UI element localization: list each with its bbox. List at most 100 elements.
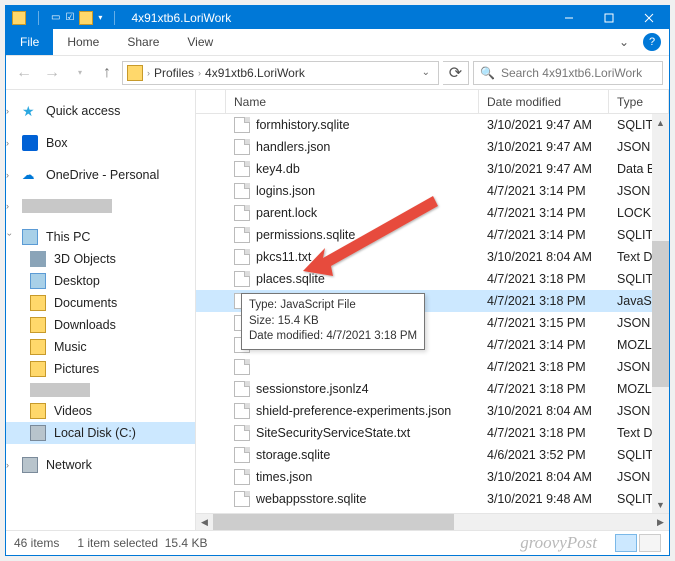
network-icon — [22, 457, 38, 473]
redacted-icon — [22, 199, 112, 213]
search-input[interactable]: 🔍 Search 4x91xtb6.LoriWork — [473, 61, 663, 85]
qat-dropdown-icon[interactable]: ▾ — [98, 13, 102, 22]
star-icon: ★ — [22, 103, 38, 119]
file-icon — [234, 425, 250, 441]
tab-view[interactable]: View — [173, 29, 227, 55]
help-icon[interactable]: ? — [643, 33, 661, 51]
file-date: 4/7/2021 3:18 PM — [479, 294, 609, 308]
sidebar-item-redacted[interactable]: › — [6, 196, 195, 216]
sidebar-item-pictures[interactable]: Pictures — [6, 358, 195, 380]
sidebar-item-desktop[interactable]: Desktop — [6, 270, 195, 292]
col-type[interactable]: Type — [609, 90, 669, 113]
sidebar-item-local-disk[interactable]: Local Disk (C:) — [6, 422, 195, 444]
chevron-right-icon[interactable]: › — [198, 68, 201, 78]
sidebar-item-this-pc[interactable]: ›This PC — [6, 226, 195, 248]
file-date: 4/7/2021 3:14 PM — [479, 228, 609, 242]
folder-icon — [30, 361, 46, 377]
details-view-button[interactable] — [615, 534, 637, 552]
minimize-button[interactable] — [549, 6, 589, 29]
sidebar-item-quick-access[interactable]: ›★Quick access — [6, 100, 195, 122]
sidebar-item-box[interactable]: ›Box — [6, 132, 195, 154]
window-title: 4x91xtb6.LoriWork — [131, 11, 231, 25]
expand-ribbon-icon[interactable]: ⌄ — [611, 29, 637, 55]
sidebar-item-documents[interactable]: Documents — [6, 292, 195, 314]
titlebar[interactable]: ▭ ☑ ▾ 4x91xtb6.LoriWork — [6, 6, 669, 29]
scroll-down-icon[interactable]: ▼ — [652, 496, 669, 513]
sidebar-item-music[interactable]: Music — [6, 336, 195, 358]
folder-icon — [30, 295, 46, 311]
up-button[interactable]: ↑ — [96, 61, 118, 85]
file-name: handlers.json — [256, 140, 330, 154]
box-icon — [22, 135, 38, 151]
file-icon — [234, 117, 250, 133]
file-icon — [234, 249, 250, 265]
scrollbar-thumb[interactable] — [652, 241, 669, 387]
back-button[interactable]: ← — [12, 61, 36, 85]
scrollbar-thumb[interactable] — [213, 514, 454, 531]
file-row[interactable]: storage.sqlite4/6/2021 3:52 PMSQLITE — [196, 444, 669, 466]
close-button[interactable] — [629, 6, 669, 29]
breadcrumb-item[interactable]: 4x91xtb6.LoriWork — [205, 66, 305, 80]
search-placeholder: Search 4x91xtb6.LoriWork — [501, 66, 642, 80]
file-name: key4.db — [256, 162, 300, 176]
horizontal-scrollbar[interactable]: ◀ ▶ — [196, 513, 669, 530]
col-name[interactable]: Name — [226, 90, 479, 113]
file-icon — [234, 359, 250, 375]
onedrive-icon: ☁ — [22, 167, 38, 183]
file-row[interactable]: shield-preference-experiments.json3/10/2… — [196, 400, 669, 422]
column-headers[interactable]: Name Date modified Type — [196, 90, 669, 114]
file-row[interactable]: parent.lock4/7/2021 3:14 PMLOCK F — [196, 202, 669, 224]
sidebar-item-3d-objects[interactable]: 3D Objects — [6, 248, 195, 270]
file-row[interactable]: permissions.sqlite4/7/2021 3:14 PMSQLITE — [196, 224, 669, 246]
file-row[interactable]: pkcs11.txt3/10/2021 8:04 AMText Do — [196, 246, 669, 268]
file-row[interactable]: SiteSecurityServiceState.txt4/7/2021 3:1… — [196, 422, 669, 444]
sidebar-item-onedrive[interactable]: ›☁OneDrive - Personal — [6, 164, 195, 186]
file-row[interactable]: formhistory.sqlite3/10/2021 9:47 AMSQLIT… — [196, 114, 669, 136]
file-icon — [234, 447, 250, 463]
qat-properties-icon[interactable]: ▭ — [51, 12, 60, 23]
scroll-right-icon[interactable]: ▶ — [652, 514, 669, 531]
quick-access-toolbar[interactable]: ▭ ☑ ▾ — [51, 11, 102, 25]
file-row[interactable]: places.sqlite4/7/2021 3:18 PMSQLITE — [196, 268, 669, 290]
scroll-up-icon[interactable]: ▲ — [652, 114, 669, 131]
file-name: formhistory.sqlite — [256, 118, 350, 132]
thumbnails-view-button[interactable] — [639, 534, 661, 552]
file-row[interactable]: key4.db3/10/2021 9:47 AMData Ba — [196, 158, 669, 180]
file-name: storage.sqlite — [256, 448, 330, 462]
file-row[interactable]: times.json3/10/2021 8:04 AMJSON F — [196, 466, 669, 488]
address-bar[interactable]: › Profiles › 4x91xtb6.LoriWork ⌄ — [122, 61, 439, 85]
file-row[interactable]: 4/7/2021 3:18 PMJSON F — [196, 356, 669, 378]
sidebar-item-downloads[interactable]: Downloads — [6, 314, 195, 336]
file-date: 4/7/2021 3:15 PM — [479, 316, 609, 330]
file-row[interactable]: logins.json4/7/2021 3:14 PMJSON F — [196, 180, 669, 202]
qat-checkbox-icon[interactable]: ☑ — [65, 12, 74, 23]
refresh-button[interactable]: ⟳ — [443, 61, 469, 85]
tab-file[interactable]: File — [6, 29, 53, 55]
sidebar-item-videos[interactable]: Videos — [6, 400, 195, 422]
sidebar-item-redacted[interactable] — [6, 380, 195, 400]
address-dropdown-icon[interactable]: ⌄ — [418, 67, 434, 78]
sidebar-item-network[interactable]: ›Network — [6, 454, 195, 476]
vertical-scrollbar[interactable]: ▲ ▼ — [652, 114, 669, 513]
col-date[interactable]: Date modified — [479, 90, 609, 113]
folder-icon — [30, 339, 46, 355]
file-row[interactable]: sessionstore.jsonlz44/7/2021 3:18 PMMOZL… — [196, 378, 669, 400]
qat-new-folder-icon[interactable] — [79, 11, 93, 25]
tab-home[interactable]: Home — [53, 29, 113, 55]
file-date: 4/7/2021 3:18 PM — [479, 360, 609, 374]
navigation-pane[interactable]: ›★Quick access ›Box ›☁OneDrive - Persona… — [6, 90, 196, 530]
chevron-right-icon[interactable]: › — [147, 68, 150, 78]
file-date: 3/10/2021 8:04 AM — [479, 250, 609, 264]
file-date: 4/7/2021 3:14 PM — [479, 184, 609, 198]
scroll-left-icon[interactable]: ◀ — [196, 514, 213, 531]
tab-share[interactable]: Share — [113, 29, 173, 55]
file-name: permissions.sqlite — [256, 228, 355, 242]
file-row[interactable]: handlers.json3/10/2021 9:47 AMJSON F — [196, 136, 669, 158]
file-row[interactable]: webappsstore.sqlite3/10/2021 9:48 AMSQLI… — [196, 488, 669, 510]
file-date: 3/10/2021 9:47 AM — [479, 140, 609, 154]
breadcrumb-item[interactable]: Profiles — [154, 66, 194, 80]
file-icon — [234, 183, 250, 199]
maximize-button[interactable] — [589, 6, 629, 29]
forward-button[interactable]: → — [40, 61, 64, 85]
recent-dropdown-icon[interactable]: ▾ — [68, 61, 92, 85]
